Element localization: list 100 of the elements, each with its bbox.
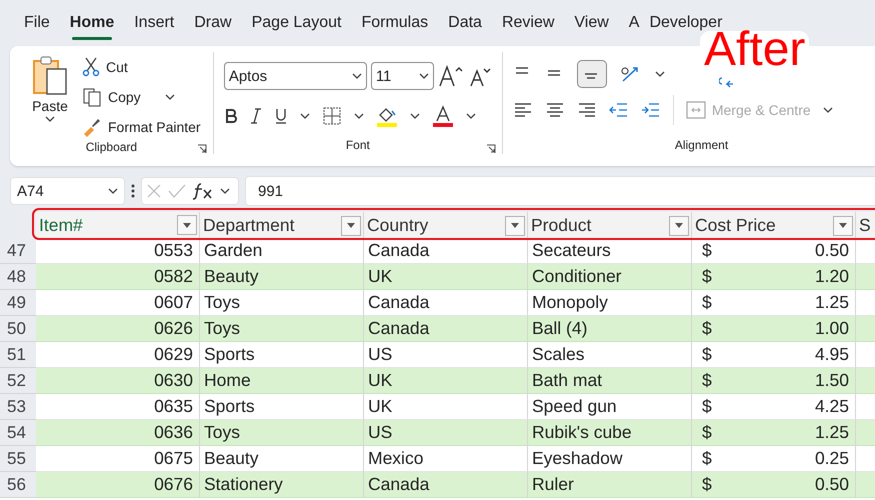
font-color-icon[interactable] xyxy=(432,105,454,127)
ribbon-tab[interactable]: Draw xyxy=(184,0,242,46)
cost-value: 0.25 xyxy=(814,448,849,469)
column-header[interactable]: Product xyxy=(528,212,692,240)
table-cell: Toys xyxy=(200,316,364,342)
ribbon-tab[interactable]: A xyxy=(618,0,650,46)
table-cell: Toys xyxy=(200,290,364,316)
table-cell: 0676 xyxy=(36,472,200,498)
format-painter-button[interactable]: Format Painter xyxy=(82,114,201,140)
font-size-field[interactable]: 11 xyxy=(370,62,434,90)
filter-button[interactable] xyxy=(669,216,689,236)
brush-icon xyxy=(82,117,102,137)
row-number: 56 xyxy=(0,472,36,498)
dropdown-arrow-icon xyxy=(511,223,519,228)
table-cell: Ruler xyxy=(528,472,692,498)
chevron-down-icon[interactable] xyxy=(410,113,420,119)
italic-icon[interactable] xyxy=(250,108,262,124)
row-number: 48 xyxy=(0,264,36,290)
table-cell: Speed gun xyxy=(528,394,692,420)
ribbon-tab[interactable]: Formulas xyxy=(351,0,438,46)
borders-icon[interactable] xyxy=(322,106,342,126)
chevron-down-icon[interactable] xyxy=(45,116,55,122)
table-cell: UK xyxy=(364,394,528,420)
scissors-icon xyxy=(82,57,100,77)
currency-symbol: $ xyxy=(702,370,712,391)
table-cell: 0675 xyxy=(36,446,200,472)
bold-icon[interactable] xyxy=(224,108,238,124)
table-cell: Eyeshadow xyxy=(528,446,692,472)
chevron-down-icon[interactable] xyxy=(352,73,362,79)
column-header[interactable]: Country xyxy=(364,212,528,240)
table-cell: Beauty xyxy=(200,446,364,472)
column-header[interactable]: Cost Price xyxy=(692,212,856,240)
table-cell: UK xyxy=(364,264,528,290)
cost-value: 1.50 xyxy=(814,370,849,391)
ribbon-tab[interactable]: Data xyxy=(438,0,492,46)
table-cell: Secateurs xyxy=(528,238,692,264)
table-cell: Stationery xyxy=(200,472,364,498)
chevron-down-icon[interactable] xyxy=(164,94,175,100)
formula-input[interactable]: 991 xyxy=(245,176,875,206)
dropdown-arrow-icon xyxy=(347,223,355,228)
group-label: Clipboard xyxy=(84,140,138,154)
table-cell: UK xyxy=(364,368,528,394)
chevron-down-icon[interactable] xyxy=(220,188,230,194)
name-box[interactable]: A74 xyxy=(10,177,125,205)
filter-button[interactable] xyxy=(833,216,853,236)
currency-symbol: $ xyxy=(702,422,712,443)
cost-value: 1.25 xyxy=(814,422,849,443)
row-number: 49 xyxy=(0,290,36,316)
table-cell: 0607 xyxy=(36,290,200,316)
chevron-down-icon[interactable] xyxy=(466,113,476,119)
table-cell: 0626 xyxy=(36,316,200,342)
currency-symbol: $ xyxy=(702,448,712,469)
chevron-down-icon[interactable] xyxy=(300,113,310,119)
filter-button[interactable] xyxy=(505,216,525,236)
dropdown-arrow-icon xyxy=(183,222,191,228)
dropdown-arrow-icon xyxy=(839,223,847,228)
ribbon-tab[interactable]: File xyxy=(14,0,60,46)
filter-button[interactable] xyxy=(177,215,197,235)
ribbon-tab[interactable]: Review xyxy=(492,0,564,46)
table-cell: Canada xyxy=(364,316,528,342)
increase-font-icon[interactable] xyxy=(438,64,464,88)
ribbon-tab[interactable]: Home xyxy=(60,0,124,46)
function-icon[interactable] xyxy=(192,182,214,200)
copy-button[interactable]: Copy xyxy=(82,84,201,110)
table-cell: 0635 xyxy=(36,394,200,420)
more-icon[interactable] xyxy=(131,183,135,199)
paste-label[interactable]: Paste xyxy=(32,98,68,114)
row-number: 54 xyxy=(0,420,36,446)
table-cell: Beauty xyxy=(200,264,364,290)
currency-symbol: $ xyxy=(702,474,712,495)
font-name-field[interactable]: Aptos xyxy=(224,62,367,90)
chevron-down-icon[interactable] xyxy=(654,71,665,77)
ribbon-tab[interactable]: Insert xyxy=(124,0,184,46)
chevron-down-icon[interactable] xyxy=(418,73,429,79)
table-cell: Bath mat xyxy=(528,368,692,394)
chevron-down-icon[interactable] xyxy=(354,113,364,119)
table-cell: Mexico xyxy=(364,446,528,472)
cut-button[interactable]: Cut xyxy=(82,54,201,80)
table-cell: Monopoly xyxy=(528,290,692,316)
column-header[interactable]: Department xyxy=(200,212,364,240)
chevron-down-icon[interactable] xyxy=(822,107,833,113)
table-cell: Canada xyxy=(364,472,528,498)
underline-icon[interactable] xyxy=(274,107,288,125)
check-icon[interactable] xyxy=(168,183,186,199)
filter-button[interactable] xyxy=(341,216,361,236)
currency-symbol: $ xyxy=(702,292,712,313)
table-cell: Garden xyxy=(200,238,364,264)
table-cell: 0630 xyxy=(36,368,200,394)
dialog-launcher-icon[interactable] xyxy=(196,144,207,154)
cost-value: 4.95 xyxy=(814,344,849,365)
ribbon-tab[interactable]: View xyxy=(564,0,619,46)
row-number: 52 xyxy=(0,368,36,394)
table-cell: Scales xyxy=(528,342,692,368)
table-cell: 0629 xyxy=(36,342,200,368)
column-header[interactable]: Item# xyxy=(36,212,200,240)
column-header[interactable]: S xyxy=(856,212,875,240)
ribbon-tab[interactable]: Page Layout xyxy=(242,0,352,46)
clipboard-icon[interactable] xyxy=(32,56,68,96)
chevron-down-icon[interactable] xyxy=(108,188,118,194)
dialog-launcher-icon[interactable] xyxy=(486,144,496,154)
